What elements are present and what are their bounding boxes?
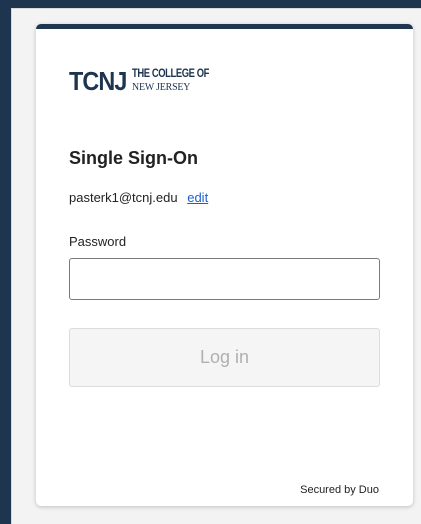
account-email: pasterk1@tcnj.edu — [69, 190, 178, 205]
password-input[interactable] — [69, 258, 380, 300]
password-label: Password — [69, 234, 127, 249]
window-top-border — [0, 0, 421, 8]
logo-wordmark: TCNJ — [69, 66, 127, 96]
tcnj-logo: TCNJ THE COLLEGE OF NEW JERSEY — [69, 68, 226, 94]
page-title: Single Sign-On — [69, 148, 198, 168]
login-card: TCNJ THE COLLEGE OF NEW JERSEY Single Si… — [36, 24, 413, 506]
logo-subtitle: THE COLLEGE OF NEW JERSEY — [132, 69, 226, 93]
edit-account-link[interactable]: edit — [187, 190, 208, 205]
secured-by-duo-text: Secured by Duo — [300, 484, 379, 496]
login-button[interactable]: Log in — [69, 328, 380, 387]
card-accent-bar — [36, 24, 413, 29]
logo-line-1: THE COLLEGE OF — [131, 68, 209, 81]
account-row: pasterk1@tcnj.edu edit — [69, 190, 208, 205]
logo-line-2: NEW JERSEY — [131, 80, 191, 93]
window-left-border — [0, 0, 11, 524]
